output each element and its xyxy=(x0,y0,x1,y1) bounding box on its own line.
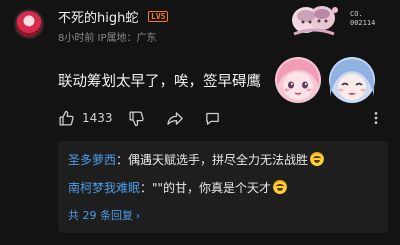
reply-item[interactable]: 南柯梦我难眠：""的甘，你真是个天才 xyxy=(68,179,288,196)
like-button[interactable]: 1433 xyxy=(58,108,113,128)
reply-text: ：偶遇天赋选手，拼尽全力无法战胜 xyxy=(116,153,309,167)
username[interactable]: 不死的high蛇 xyxy=(58,7,138,26)
comment-button[interactable] xyxy=(204,108,221,128)
post-content: 联动筹划太早了，唉，签早碍鹰 xyxy=(58,74,261,90)
chevron-right-icon: › xyxy=(136,211,140,222)
post-meta: 8小时前 IP属地：广东 xyxy=(58,33,157,44)
laughing-emoji-icon xyxy=(273,180,288,194)
thumbs-up-icon xyxy=(59,110,74,126)
thumbs-down-icon xyxy=(129,110,144,126)
level-badge: LV5 xyxy=(148,11,169,22)
reply-author[interactable]: 南柯梦我难眠 xyxy=(68,181,140,195)
reply-author[interactable]: 圣多萝西 xyxy=(68,153,116,167)
share-button[interactable] xyxy=(166,108,184,128)
sticker-blue-hair-girl xyxy=(329,57,375,103)
share-arrow-icon xyxy=(167,111,183,125)
comment-bubble-icon xyxy=(206,112,219,125)
reply-item[interactable]: 圣多萝西：偶遇天赋选手，拼尽全力无法战胜 xyxy=(68,151,325,168)
more-dots-icon xyxy=(374,112,378,124)
decoration-card-image xyxy=(288,4,340,38)
like-count: 1433 xyxy=(82,111,113,125)
reply-text: ：""的甘，你真是个天才 xyxy=(140,181,272,195)
view-all-replies-link[interactable]: 共 29 条回复 › xyxy=(68,207,140,223)
post-actions: 1433 xyxy=(58,108,388,128)
avatar[interactable] xyxy=(14,9,44,39)
replies-total-label: 共 29 条回复 xyxy=(68,209,133,222)
more-options-button[interactable] xyxy=(368,108,384,128)
replies-panel: 圣多萝西：偶遇天赋选手，拼尽全力无法战胜 南柯梦我难眠：""的甘，你真是个天才 … xyxy=(58,141,388,233)
decoration-card-label: CO. 002114 xyxy=(350,10,376,27)
sticker-pink-hair-girl xyxy=(275,57,321,103)
dislike-button[interactable] xyxy=(128,108,145,128)
laughing-emoji-icon xyxy=(310,152,325,166)
